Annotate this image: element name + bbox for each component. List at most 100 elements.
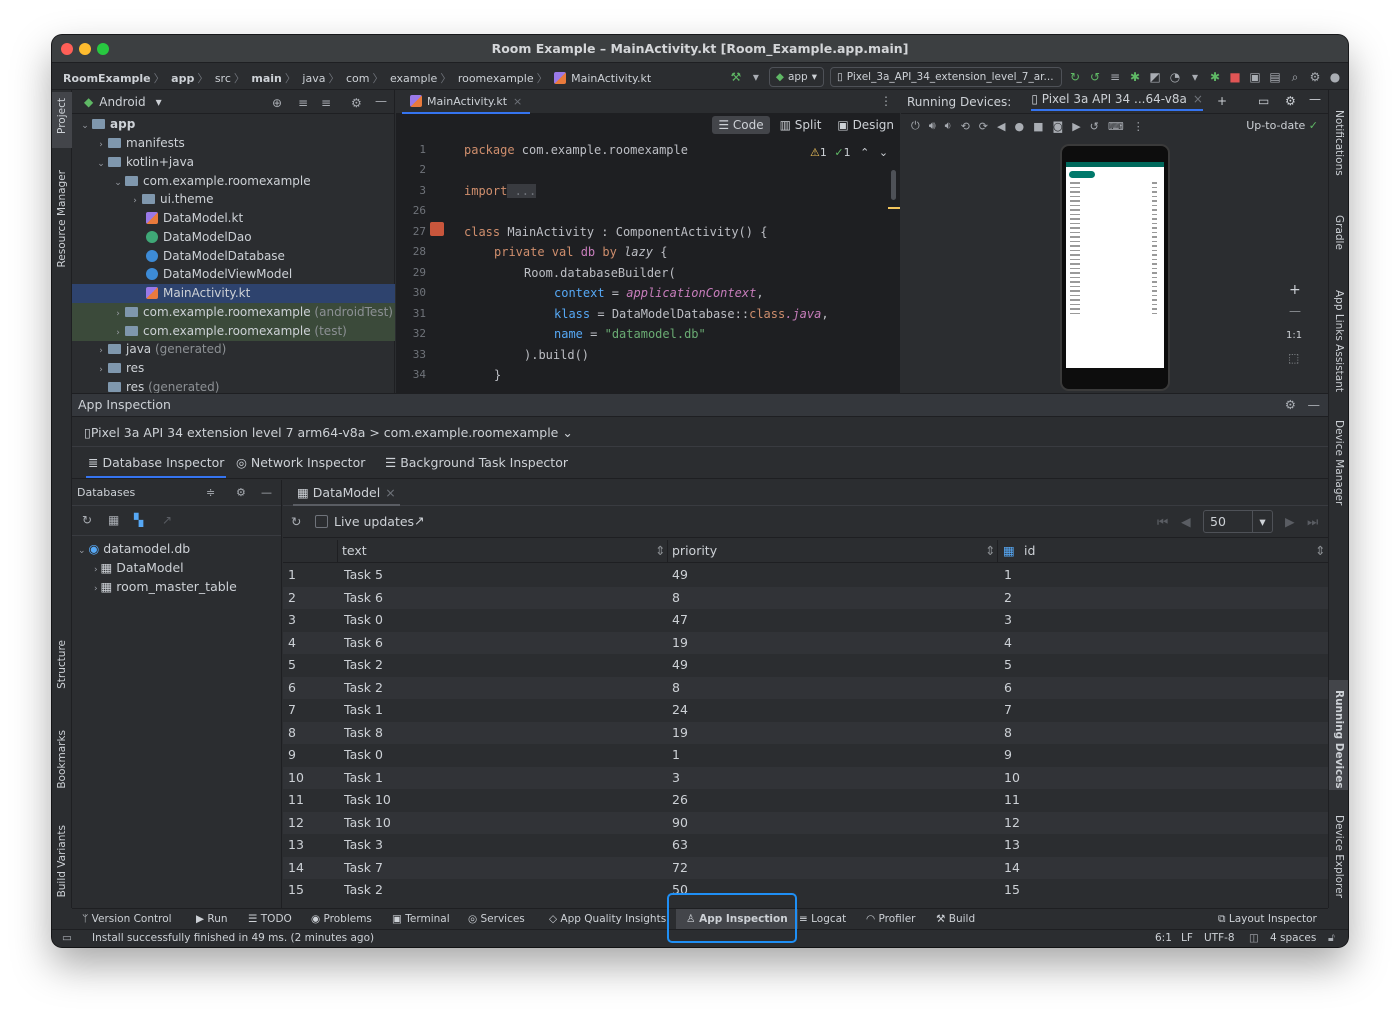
structure-tool-button[interactable]: Structure [56, 640, 68, 689]
fit-screen-icon[interactable]: ⬚ [1288, 351, 1299, 365]
crumb-project[interactable]: RoomExample [63, 72, 151, 85]
priority-cell[interactable]: 47 [672, 609, 688, 632]
gear-icon[interactable]: ⚙ [236, 480, 246, 506]
table-row[interactable]: 15 Task 2 50 15 [283, 879, 1328, 902]
text-cell[interactable]: Task 1 [344, 767, 383, 790]
tree-item-manifests[interactable]: › manifests [72, 134, 395, 153]
id-cell[interactable]: 11 [1004, 789, 1020, 812]
code-area[interactable]: package com.example.roomexample import .… [464, 138, 894, 393]
table-row[interactable]: 14 Task 7 72 14 [283, 856, 1328, 879]
account-icon[interactable]: ● [1328, 70, 1342, 84]
code-mode-button[interactable]: ☰ Code [712, 116, 770, 134]
priority-cell[interactable]: 8 [672, 587, 680, 610]
app-add-button[interactable] [1069, 171, 1095, 178]
tab-datamodel[interactable]: ▦ DataModel × [293, 480, 400, 506]
screen-record-icon[interactable]: ▶ [1072, 120, 1080, 133]
device-explorer-tool-button[interactable]: Device Explorer [1333, 815, 1345, 898]
id-cell[interactable]: 2 [1004, 587, 1012, 610]
device-manager-tool-button[interactable]: Device Manager [1333, 420, 1345, 505]
editor-scrollbar[interactable] [891, 170, 896, 200]
table-row[interactable]: 6 Task 2 8 6 [283, 676, 1328, 700]
table-row[interactable]: 10 Task 1 3 10 [283, 766, 1328, 790]
tab-network-inspector[interactable]: ◎ Network Inspector [236, 448, 365, 478]
collapse-all-icon[interactable]: ≡ [321, 96, 331, 110]
profile-icon[interactable]: ◔ [1168, 70, 1182, 84]
table-row[interactable]: 9 Task 0 1 9 [283, 744, 1328, 767]
zoom-actual-size[interactable]: 1:1 [1286, 330, 1302, 341]
keyboard-icon[interactable]: ⌨ [1108, 120, 1124, 133]
back-icon[interactable]: ◀ [997, 120, 1005, 133]
power-icon[interactable]: ⏻ [911, 119, 920, 133]
tool-todo[interactable]: ☰ TODO [248, 909, 292, 930]
tree-item-android-test[interactable]: › com.example.roomexample (androidTest) [72, 303, 395, 322]
close-tab-icon[interactable]: × [385, 485, 395, 500]
text-cell[interactable]: Task 10 [344, 789, 391, 812]
tree-item-test[interactable]: › com.example.roomexample (test) [72, 322, 395, 341]
device-tab[interactable]: ▯ Pixel 3a API 34 ...64-v8a × [1031, 92, 1203, 111]
next-page-icon[interactable]: ▶ [1285, 514, 1295, 529]
id-cell[interactable]: 8 [1004, 722, 1012, 745]
crumb-file[interactable]: MainActivity.kt [571, 72, 651, 85]
table-row[interactable]: 12 Task 10 90 12 [283, 811, 1328, 835]
device-select[interactable]: ▯ Pixel_3a_API_34_extension_level_7_ar... [830, 67, 1062, 87]
column-header-priority[interactable]: priority [672, 543, 717, 558]
priority-cell[interactable]: 63 [672, 834, 688, 857]
hide-icon[interactable]: — [261, 480, 272, 506]
id-cell[interactable]: 6 [1004, 677, 1012, 700]
warning-marker[interactable] [888, 207, 900, 209]
id-cell[interactable]: 5 [1004, 654, 1012, 677]
refresh-icon[interactable]: ↻ [291, 514, 301, 529]
tree-item-datamodel-kt[interactable]: DataModel.kt [72, 209, 395, 228]
indent-setting[interactable]: 4 spaces [1270, 932, 1316, 944]
gear-icon[interactable]: ⚙ [1285, 394, 1296, 416]
build-variants-tool-button[interactable]: Build Variants [56, 825, 68, 897]
lock-icon[interactable]: 🔓︎ [1328, 932, 1335, 945]
text-cell[interactable]: Task 6 [344, 587, 383, 610]
rotate-left-icon[interactable]: ⟲ [961, 120, 970, 133]
stop-icon[interactable]: ■ [1228, 70, 1242, 84]
volume-up-icon[interactable]: 🔊︎ [929, 119, 936, 133]
sync-icon[interactable]: ✱ [1208, 70, 1222, 84]
search-icon[interactable]: ⌕ [1288, 70, 1302, 84]
tree-item-java-generated[interactable]: › java (generated) [72, 340, 395, 359]
bookmarks-tool-button[interactable]: Bookmarks [56, 730, 68, 789]
notifications-tool-button[interactable]: Notifications [1333, 110, 1345, 176]
export-icon[interactable]: ↗ [162, 513, 172, 527]
text-cell[interactable]: Task 1 [344, 699, 383, 722]
add-device-icon[interactable]: + [1217, 94, 1227, 108]
priority-cell[interactable]: 1 [672, 744, 680, 767]
text-cell[interactable]: Task 2 [344, 654, 383, 677]
tree-item-ui-theme[interactable]: › ui.theme [72, 190, 395, 209]
status-message[interactable]: Install successfully finished in 49 ms. … [92, 932, 374, 944]
gear-icon[interactable]: ⚙ [351, 96, 362, 110]
debug-icon[interactable]: ✱ [1128, 70, 1142, 84]
tab-background-task-inspector[interactable]: ☰ Background Task Inspector [385, 448, 568, 478]
id-cell[interactable]: 7 [1004, 699, 1012, 722]
tool-build[interactable]: ⚒ Build [936, 909, 975, 930]
tree-item-kotlin-java[interactable]: ⌄ kotlin+java [72, 153, 395, 172]
priority-cell[interactable]: 8 [672, 677, 680, 700]
tool-profiler[interactable]: ◠ Profiler [866, 909, 915, 930]
minimize-window-button[interactable] [79, 43, 91, 55]
rotate-right-icon[interactable]: ⟳ [979, 120, 988, 133]
file-encoding[interactable]: UTF-8 [1204, 932, 1235, 944]
expand-all-icon[interactable]: ≡ [298, 96, 308, 110]
apply-code-changes-icon[interactable]: ↺ [1088, 70, 1102, 84]
id-cell[interactable]: 15 [1004, 879, 1020, 902]
db-tree-datamodel[interactable]: › ▦ DataModel [94, 558, 184, 577]
tab-database-inspector[interactable]: ≣ Database Inspector [86, 448, 227, 478]
run-config-select[interactable]: ◆ app ▾ [768, 67, 824, 87]
design-mode-button[interactable]: ▣ Design [831, 116, 900, 134]
window-layout-icon[interactable]: ▭ [62, 932, 72, 944]
column-header-id[interactable]: id [1024, 543, 1035, 558]
prev-page-icon[interactable]: ◀ [1181, 514, 1191, 529]
table-row[interactable]: 5 Task 2 49 5 [283, 654, 1328, 677]
more-icon[interactable]: ⋮ [1133, 120, 1144, 133]
table-row[interactable]: 3 Task 0 47 3 [283, 609, 1328, 632]
editor-tab-mainactivity[interactable]: MainActivity.kt × [402, 90, 531, 114]
close-tab-icon[interactable]: × [513, 95, 522, 108]
attach-debugger-icon[interactable]: ◩ [1148, 70, 1162, 84]
close-tab-icon[interactable]: × [1193, 92, 1203, 106]
priority-cell[interactable]: 90 [672, 812, 688, 835]
hide-icon[interactable]: — [1308, 394, 1321, 416]
